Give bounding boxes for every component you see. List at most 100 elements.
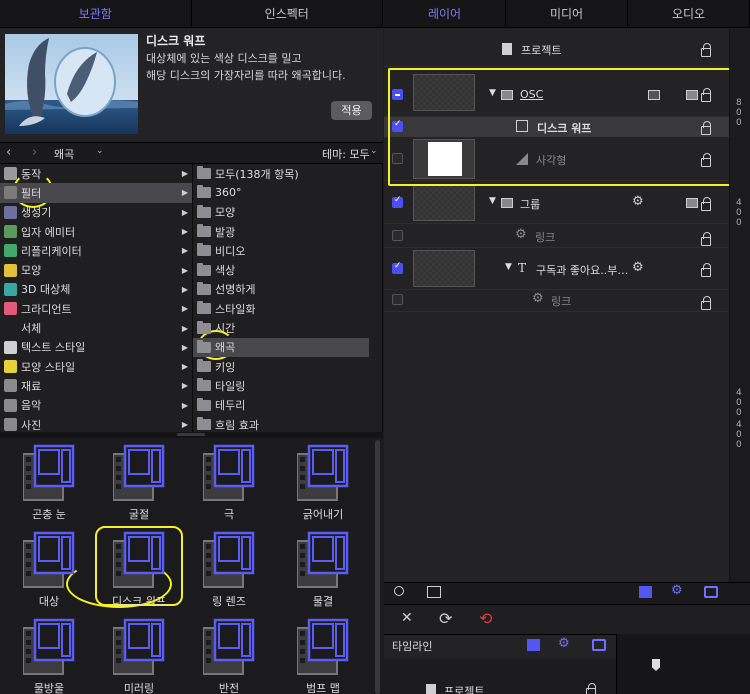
chevron-right-icon: ▶ bbox=[181, 207, 188, 217]
effect-tile[interactable]: 굴절 bbox=[94, 440, 184, 524]
category-item[interactable]: 리플리케이터 ▶ bbox=[0, 241, 192, 260]
effect-tile[interactable]: 디스크 워프 bbox=[94, 527, 184, 611]
effect-label: 물방울 bbox=[33, 682, 65, 694]
category-item[interactable]: 사진 ▶ bbox=[0, 415, 192, 434]
lock-icon[interactable] bbox=[701, 263, 711, 277]
effect-thumbnail-icon bbox=[112, 618, 165, 676]
forward-icon[interactable]: › bbox=[32, 145, 37, 160]
category-item[interactable]: 필터 ▶ bbox=[0, 183, 192, 203]
effect-tile[interactable]: 링 렌즈 bbox=[184, 527, 274, 611]
subcategory-item[interactable]: 테두리 bbox=[193, 396, 369, 415]
subcategory-item[interactable]: 흐림 효과 bbox=[193, 415, 369, 434]
subcategory-item[interactable]: 발광 bbox=[193, 222, 369, 241]
lock-icon[interactable] bbox=[701, 197, 711, 211]
tab-audio[interactable]: 오디오 bbox=[628, 0, 750, 27]
checker-grid-icon[interactable] bbox=[639, 586, 652, 598]
layer-visibility-checkbox[interactable] bbox=[392, 230, 403, 241]
effect-thumbnail-icon bbox=[112, 531, 165, 589]
category-item[interactable]: 서체 ▶ bbox=[0, 318, 192, 337]
subcategory-item[interactable]: 모두(138개 항목) bbox=[193, 164, 369, 183]
effect-label: 범프 맵 bbox=[306, 682, 340, 694]
effect-tile[interactable]: 곤충 눈 bbox=[4, 440, 94, 524]
subcategory-item[interactable]: 비디오 bbox=[193, 241, 369, 260]
tab-library[interactable]: 보관함 bbox=[0, 0, 192, 27]
category-item[interactable]: 텍스트 스타일 ▶ bbox=[0, 338, 192, 357]
ruler-tick-label: 0 bbox=[736, 218, 742, 228]
search-icon[interactable] bbox=[394, 586, 404, 596]
category-item[interactable]: 모양 ▶ bbox=[0, 261, 192, 280]
mute-icon[interactable]: ✕ bbox=[401, 610, 413, 626]
category-item[interactable]: 3D 대상체 ▶ bbox=[0, 280, 192, 299]
effect-tile[interactable]: 대상 bbox=[4, 527, 94, 611]
record-icon[interactable]: ⟲ bbox=[479, 609, 492, 628]
effect-thumbnail-icon bbox=[22, 531, 75, 589]
subcategory-item[interactable]: 모양 bbox=[193, 203, 369, 222]
tab-inspector[interactable]: 인스펙터 bbox=[192, 0, 383, 27]
music-icon bbox=[4, 398, 17, 412]
subcategory-item[interactable]: 선명하게 bbox=[193, 280, 369, 299]
category-item[interactable]: 모양 스타일 ▶ bbox=[0, 357, 192, 376]
category-item[interactable]: 입자 에미터 ▶ bbox=[0, 222, 192, 241]
gear-icon[interactable]: ⚙ bbox=[558, 636, 570, 651]
effect-tile[interactable]: 긁어내기 bbox=[278, 440, 368, 524]
subcategory-item[interactable]: 시간 bbox=[193, 318, 369, 337]
lock-icon[interactable] bbox=[701, 43, 711, 57]
chevron-right-icon: ▶ bbox=[181, 246, 188, 256]
layer-text-label: 구독과 좋아요..부… bbox=[536, 264, 629, 277]
effect-label: 굴절 bbox=[128, 508, 150, 521]
effect-tile[interactable]: 극 bbox=[184, 440, 274, 524]
layer-row-link[interactable] bbox=[384, 224, 729, 248]
layers-stack-icon[interactable] bbox=[704, 586, 718, 598]
effect-label: 극 bbox=[223, 508, 235, 521]
category-item[interactable]: 재료 ▶ bbox=[0, 376, 192, 395]
ruler-tick-label: 8 bbox=[736, 98, 742, 108]
effect-tile[interactable]: 미러링 bbox=[94, 614, 184, 694]
checker-grid-icon[interactable] bbox=[527, 639, 540, 651]
gear-icon[interactable]: ⚙ bbox=[632, 260, 644, 275]
layer-visibility-checkbox[interactable] bbox=[392, 195, 403, 208]
loop-icon[interactable]: ⟳ bbox=[439, 609, 452, 628]
subcategory-item[interactable]: 왜곡 bbox=[193, 337, 369, 357]
breadcrumb[interactable]: 왜곡 bbox=[54, 146, 74, 162]
effect-tile[interactable]: 물방울 bbox=[4, 614, 94, 694]
subcategory-item[interactable]: 색상 bbox=[193, 261, 369, 280]
back-icon[interactable]: ‹ bbox=[6, 145, 11, 160]
category-item[interactable]: 생성기 ▶ bbox=[0, 203, 192, 222]
layer-visibility-checkbox[interactable] bbox=[392, 294, 403, 305]
tab-layers[interactable]: 레이어 bbox=[384, 0, 506, 27]
preview-toggle-icon[interactable] bbox=[427, 586, 441, 598]
subcategory-item[interactable]: 360° bbox=[193, 183, 369, 202]
lock-icon[interactable] bbox=[701, 232, 711, 246]
layers-stack-icon[interactable] bbox=[592, 639, 606, 651]
layer-visibility-checkbox[interactable] bbox=[392, 261, 403, 274]
effect-tile[interactable]: 물결 bbox=[278, 527, 368, 611]
gear-icon bbox=[4, 167, 17, 181]
layer-thumbnail bbox=[413, 250, 475, 287]
tab-media[interactable]: 미디어 bbox=[506, 0, 628, 27]
chevron-down-icon[interactable]: ⌄ bbox=[370, 146, 378, 156]
disclosure-triangle-icon[interactable]: ▼ bbox=[505, 262, 512, 272]
subcategory-label: 테두리 bbox=[215, 399, 246, 413]
gear-icon[interactable]: ⚙ bbox=[632, 194, 644, 209]
effect-label: 대상 bbox=[38, 595, 60, 608]
effect-tile[interactable]: 범프 맵 bbox=[278, 614, 368, 694]
chevron-down-icon[interactable]: ⌄ bbox=[96, 146, 104, 156]
lock-icon[interactable] bbox=[586, 683, 596, 694]
blend-icon[interactable] bbox=[686, 198, 698, 208]
effect-tile[interactable]: 반전 bbox=[184, 614, 274, 694]
timeline-title: 타임라인 bbox=[392, 640, 433, 653]
subcategory-item[interactable]: 스타일화 bbox=[193, 299, 369, 318]
category-item[interactable]: 음악 ▶ bbox=[0, 396, 192, 415]
effect-thumbnail-icon bbox=[202, 618, 255, 676]
category-item[interactable]: 동작 ▶ bbox=[0, 164, 192, 183]
theme-select[interactable]: 테마: 모두 bbox=[322, 146, 370, 162]
grid-scrollbar[interactable] bbox=[375, 440, 380, 694]
subcategory-item[interactable]: 타일링 bbox=[193, 376, 369, 395]
apply-button[interactable]: 적용 bbox=[331, 101, 372, 120]
subcategory-item[interactable]: 키잉 bbox=[193, 357, 369, 376]
ruler-tick-label: 0 bbox=[736, 108, 742, 118]
lock-icon[interactable] bbox=[701, 296, 711, 310]
disclosure-triangle-icon[interactable]: ▼ bbox=[489, 196, 496, 206]
gear-icon[interactable]: ⚙ bbox=[671, 583, 683, 598]
category-item[interactable]: 그라디언트 ▶ bbox=[0, 299, 192, 318]
